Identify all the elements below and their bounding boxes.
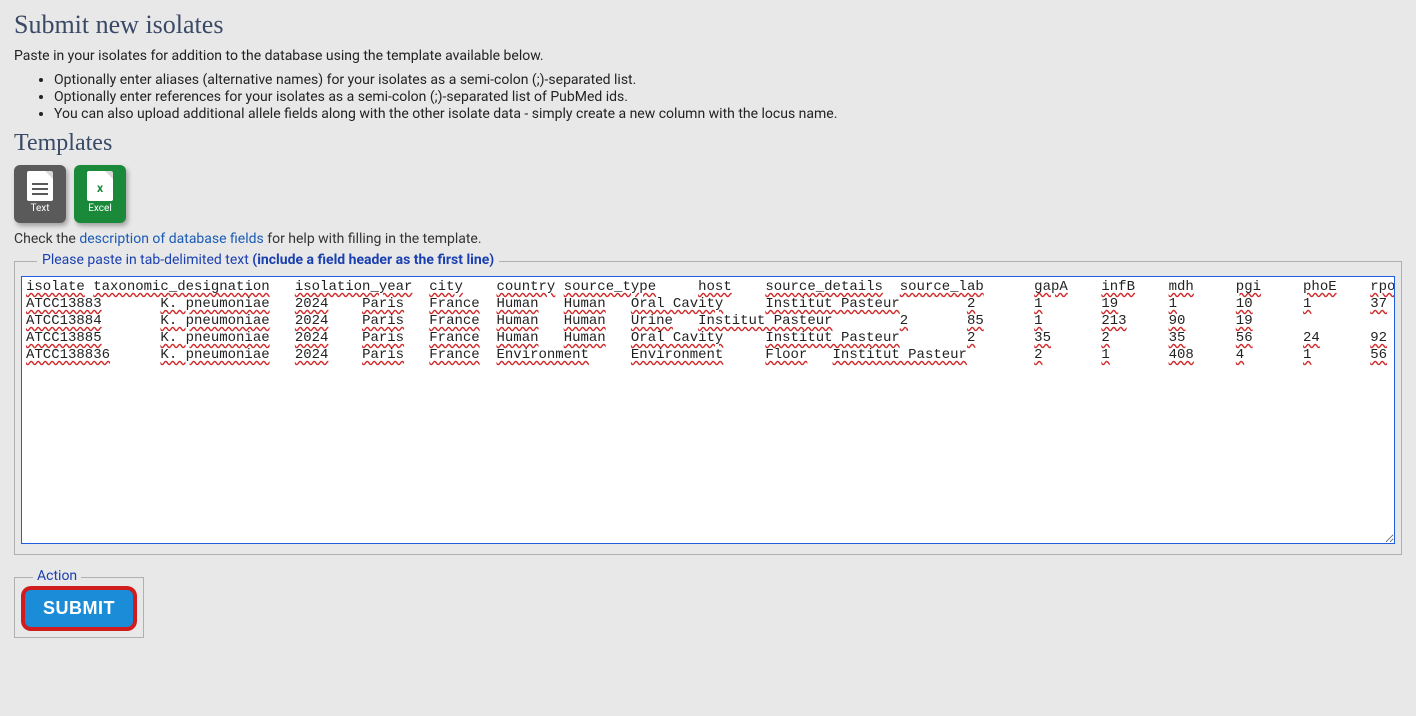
- check-suffix: for help with filling in the template.: [264, 231, 482, 247]
- file-text-icon: [27, 171, 53, 201]
- paste-legend-plain: Please paste in tab-delimited text: [42, 252, 252, 268]
- instruction-item: Optionally enter references for your iso…: [54, 89, 1402, 105]
- paste-fieldset: Please paste in tab-delimited text (incl…: [14, 261, 1402, 555]
- template-text-button[interactable]: Text: [14, 165, 66, 223]
- check-prefix: Check the: [14, 231, 79, 247]
- description-fields-link[interactable]: description of database fields: [79, 231, 263, 247]
- paste-legend: Please paste in tab-delimited text (incl…: [37, 252, 499, 268]
- paste-legend-bold: (include a field header as the first lin…: [252, 252, 494, 268]
- template-excel-button[interactable]: x Excel: [74, 165, 126, 223]
- template-text-label: Text: [30, 203, 49, 214]
- file-excel-icon: x: [87, 171, 113, 201]
- instructions-list: Optionally enter aliases (alternative na…: [14, 72, 1402, 122]
- instruction-item: Optionally enter aliases (alternative na…: [54, 72, 1402, 88]
- templates-heading: Templates: [14, 130, 1402, 157]
- action-legend: Action: [33, 568, 81, 584]
- intro-text: Paste in your isolates for addition to t…: [14, 48, 1402, 64]
- check-line: Check the description of database fields…: [14, 231, 1402, 247]
- page-title: Submit new isolates: [14, 10, 1402, 40]
- paste-textarea[interactable]: [21, 276, 1395, 544]
- submit-button[interactable]: SUBMIT: [25, 590, 133, 627]
- instruction-item: You can also upload additional allele fi…: [54, 106, 1402, 122]
- action-fieldset: Action SUBMIT: [14, 577, 144, 638]
- template-excel-label: Excel: [88, 203, 112, 214]
